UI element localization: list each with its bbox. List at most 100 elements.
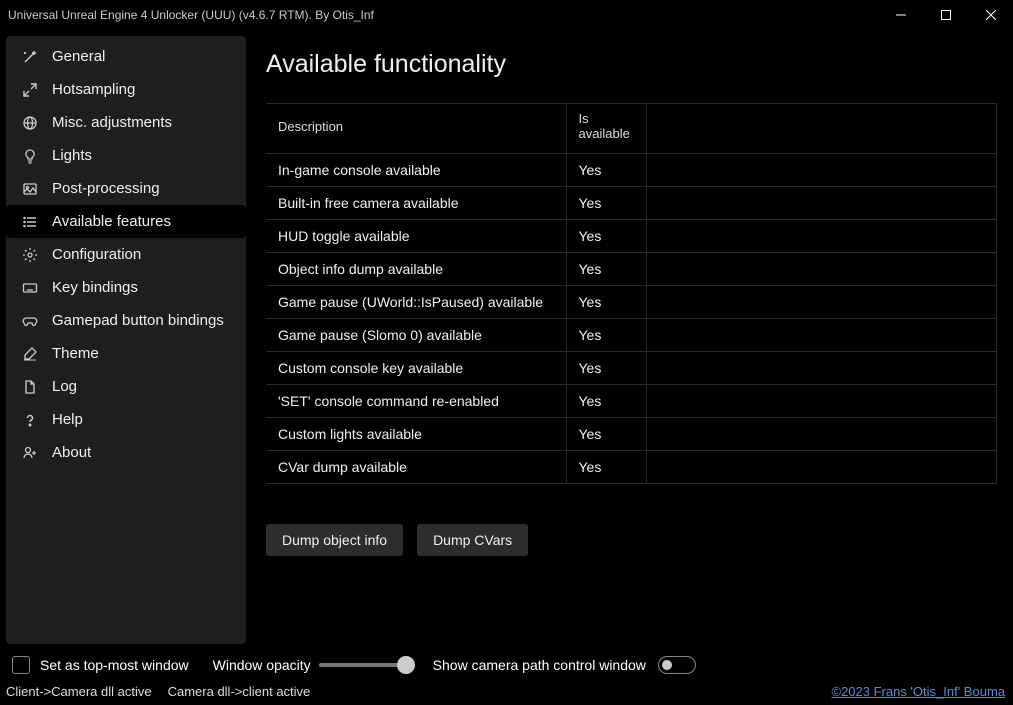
opacity-slider[interactable]: [319, 663, 409, 667]
table-row[interactable]: Built-in free camera availableYes: [266, 187, 997, 220]
expand-icon: [22, 82, 38, 98]
cell-available: Yes: [566, 220, 646, 253]
cell-available: Yes: [566, 154, 646, 187]
cell-empty: [646, 286, 997, 319]
titlebar: Universal Unreal Engine 4 Unlocker (UUU)…: [0, 0, 1013, 30]
col-description[interactable]: Description: [266, 104, 566, 154]
toggle-thumb-icon: [662, 660, 672, 670]
sidebar-item-label: General: [52, 48, 105, 65]
cell-empty: [646, 352, 997, 385]
dump-object-button[interactable]: Dump object info: [266, 524, 403, 556]
sidebar-item-configuration[interactable]: Configuration: [6, 238, 246, 271]
maximize-button[interactable]: [923, 0, 968, 30]
cell-empty: [646, 319, 997, 352]
gear-icon: [22, 247, 38, 263]
cell-available: Yes: [566, 187, 646, 220]
cell-available: Yes: [566, 286, 646, 319]
bulb-icon: [22, 148, 38, 164]
table-row[interactable]: Custom console key availableYes: [266, 352, 997, 385]
page-title: Available functionality: [266, 50, 997, 79]
sidebar-item-label: Hotsampling: [52, 81, 135, 98]
sidebar-item-label: Key bindings: [52, 279, 138, 296]
gamepad-icon: [22, 313, 38, 329]
col-empty[interactable]: [646, 104, 997, 154]
close-button[interactable]: [968, 0, 1013, 30]
table-row[interactable]: Object info dump availableYes: [266, 253, 997, 286]
status-client: Client->Camera dll active: [6, 684, 152, 699]
table-row[interactable]: HUD toggle availableYes: [266, 220, 997, 253]
table-row[interactable]: CVar dump availableYes: [266, 451, 997, 484]
sidebar-item-label: Gamepad button bindings: [52, 312, 224, 329]
content-area: Available functionality Description Is a…: [246, 30, 1013, 650]
statusbar: Client->Camera dll active Camera dll->cl…: [0, 680, 1013, 705]
sidebar-item-label: Available features: [52, 213, 171, 230]
sidebar-item-hotsampling[interactable]: Hotsampling: [6, 73, 246, 106]
sidebar-item-help[interactable]: Help: [6, 403, 246, 436]
table-row[interactable]: Game pause (UWorld::IsPaused) availableY…: [266, 286, 997, 319]
cell-empty: [646, 418, 997, 451]
image-icon: [22, 181, 38, 197]
cell-description: Custom console key available: [266, 352, 566, 385]
minimize-button[interactable]: [878, 0, 923, 30]
cell-available: Yes: [566, 352, 646, 385]
table-row[interactable]: Custom lights availableYes: [266, 418, 997, 451]
cell-description: HUD toggle available: [266, 220, 566, 253]
sidebar-item-label: Log: [52, 378, 77, 395]
camera-window-label: Show camera path control window: [433, 657, 646, 673]
cell-description: Game pause (UWorld::IsPaused) available: [266, 286, 566, 319]
sidebar-item-label: About: [52, 444, 91, 461]
main-area: General Hotsampling Misc. adjustments Light…: [0, 30, 1013, 650]
opacity-label: Window opacity: [213, 657, 311, 673]
table-row[interactable]: Game pause (Slomo 0) availableYes: [266, 319, 997, 352]
table-row[interactable]: In-game console availableYes: [266, 154, 997, 187]
file-icon: [22, 379, 38, 395]
cell-description: 'SET' console command re-enabled: [266, 385, 566, 418]
col-available[interactable]: Is available: [566, 104, 646, 154]
sidebar-item-about[interactable]: About: [6, 436, 246, 469]
statusbar-left: Client->Camera dll active Camera dll->cl…: [6, 684, 310, 699]
list-icon: [22, 214, 38, 230]
copyright-link[interactable]: ©2023 Frans 'Otis_Inf' Bouma: [831, 684, 1005, 699]
cell-empty: [646, 253, 997, 286]
keyboard-icon: [22, 280, 38, 296]
sidebar-item-log[interactable]: Log: [6, 370, 246, 403]
cell-empty: [646, 220, 997, 253]
sidebar-item-post-processing[interactable]: Post-processing: [6, 172, 246, 205]
window-title: Universal Unreal Engine 4 Unlocker (UUU)…: [8, 8, 374, 22]
topmost-checkbox[interactable]: Set as top-most window: [12, 656, 189, 674]
bottombar: Set as top-most window Window opacity Sh…: [0, 650, 1013, 680]
slider-thumb-icon: [397, 656, 415, 674]
features-table: Description Is available In-game console…: [266, 103, 997, 484]
sidebar-item-gamepad-button-bindings[interactable]: Gamepad button bindings: [6, 304, 246, 337]
sidebar-item-label: Help: [52, 411, 83, 428]
cell-description: Object info dump available: [266, 253, 566, 286]
cell-description: Built-in free camera available: [266, 187, 566, 220]
cell-empty: [646, 451, 997, 484]
globe-icon: [22, 115, 38, 131]
sidebar-item-general[interactable]: General: [6, 40, 246, 73]
question-icon: [22, 412, 38, 428]
opacity-control: Window opacity: [213, 657, 409, 673]
cell-available: Yes: [566, 253, 646, 286]
cell-description: Custom lights available: [266, 418, 566, 451]
table-row[interactable]: 'SET' console command re-enabledYes: [266, 385, 997, 418]
sidebar-item-available-features[interactable]: Available features: [6, 205, 246, 238]
sidebar-item-misc-adjustments[interactable]: Misc. adjustments: [6, 106, 246, 139]
palette-icon: [22, 346, 38, 362]
camera-window-toggle-row: Show camera path control window: [433, 656, 696, 674]
cell-description: In-game console available: [266, 154, 566, 187]
cell-empty: [646, 154, 997, 187]
dump-cvars-button[interactable]: Dump CVars: [417, 524, 528, 556]
person-icon: [22, 445, 38, 461]
sidebar-item-key-bindings[interactable]: Key bindings: [6, 271, 246, 304]
sidebar-item-label: Theme: [52, 345, 99, 362]
camera-window-toggle[interactable]: [658, 656, 696, 674]
sidebar: General Hotsampling Misc. adjustments Light…: [6, 36, 246, 644]
checkbox-box-icon: [12, 656, 30, 674]
sidebar-item-theme[interactable]: Theme: [6, 337, 246, 370]
cell-available: Yes: [566, 319, 646, 352]
cell-empty: [646, 385, 997, 418]
sidebar-item-label: Misc. adjustments: [52, 114, 172, 131]
sidebar-item-lights[interactable]: Lights: [6, 139, 246, 172]
cell-available: Yes: [566, 418, 646, 451]
